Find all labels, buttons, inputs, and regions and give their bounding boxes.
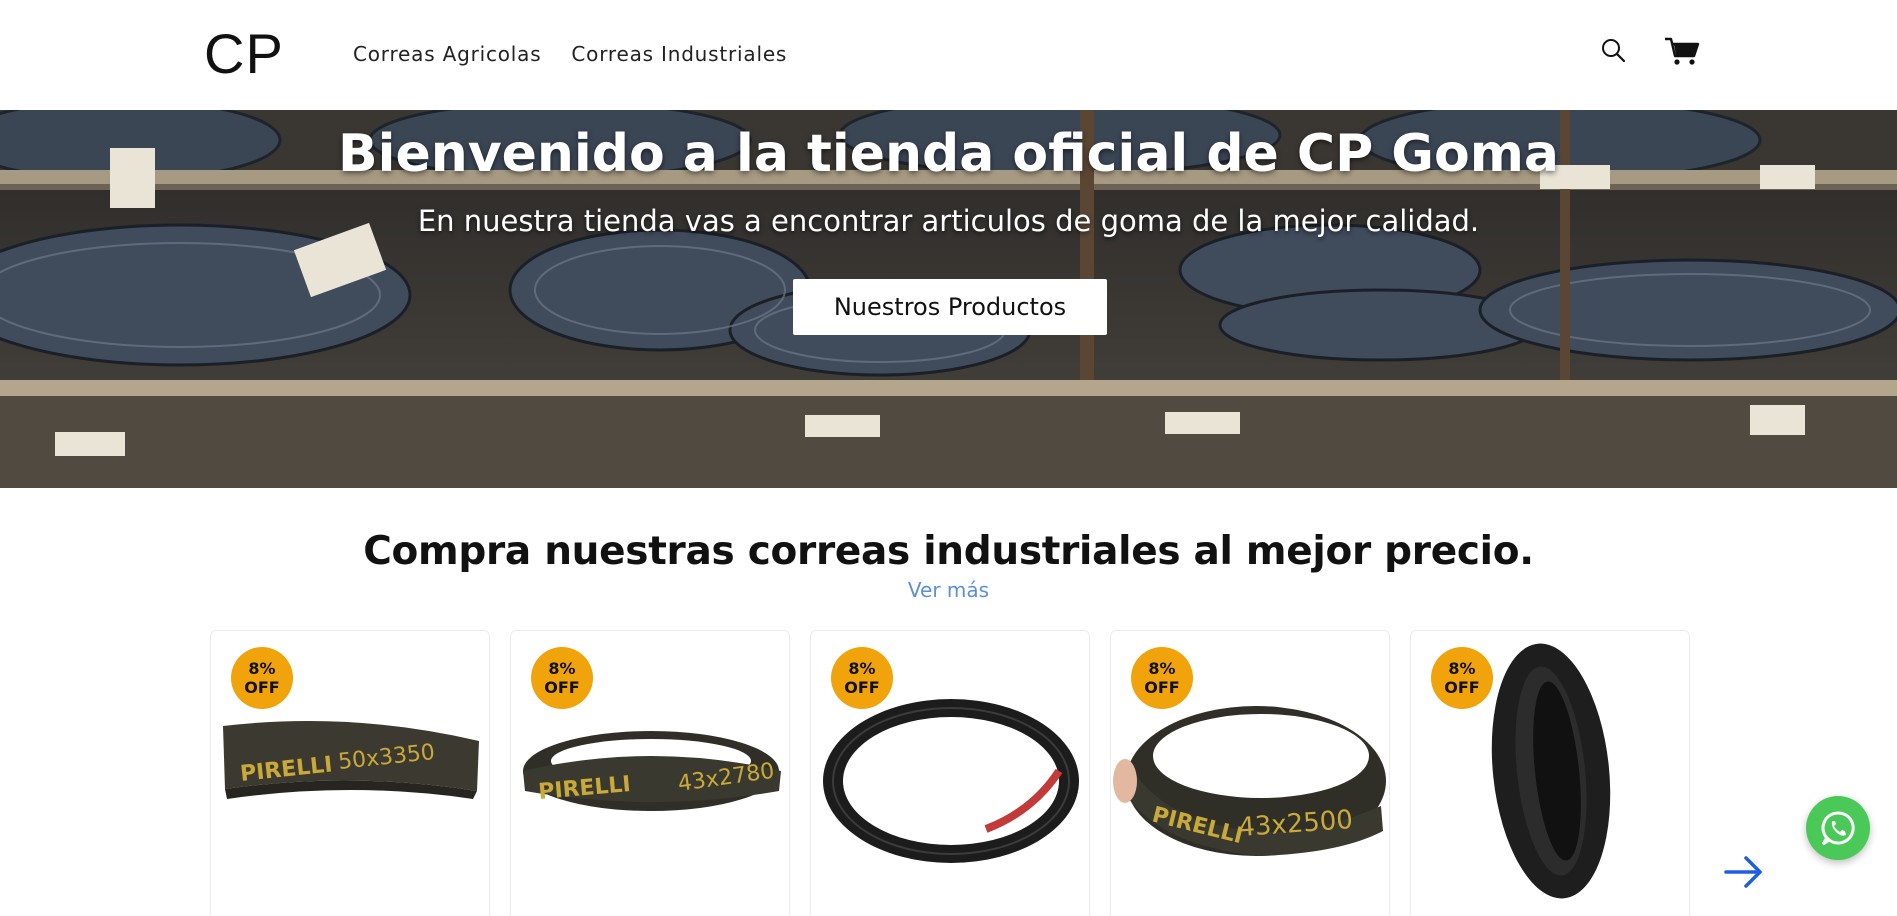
product-card[interactable]: PIRELLI 50x3350 8% OFF: [210, 630, 490, 916]
nav-link-correas-agricolas[interactable]: Correas Agricolas: [353, 40, 541, 68]
product-card[interactable]: PIRELLI 43x2780 8% OFF: [510, 630, 790, 916]
product-card[interactable]: 8% OFF: [1410, 630, 1690, 916]
discount-badge: 8% OFF: [231, 647, 293, 709]
section-title: Compra nuestras correas industriales al …: [363, 529, 1534, 574]
search-icon[interactable]: [1599, 36, 1629, 66]
discount-badge: 8% OFF: [531, 647, 593, 709]
product-card[interactable]: 8% OFF: [810, 630, 1090, 916]
nuestros-productos-button[interactable]: Nuestros Productos: [793, 279, 1107, 335]
hero-title: Bienvenido a la tienda oficial de CP Gom…: [338, 124, 1559, 184]
hero-banner: Bienvenido a la tienda oficial de CP Gom…: [0, 110, 1897, 488]
product-card[interactable]: PIRELLI 43x2500 8% OFF: [1110, 630, 1390, 916]
whatsapp-button[interactable]: [1806, 796, 1870, 860]
ver-mas-link[interactable]: Ver más: [0, 576, 1897, 604]
discount-badge: 8% OFF: [1431, 647, 1493, 709]
cart-icon[interactable]: [1664, 36, 1700, 66]
site-header: CP Correas Agricolas Correas Industriale…: [0, 0, 1897, 110]
carousel-next-arrow-icon[interactable]: [1722, 852, 1766, 892]
hero-subtitle: En nuestra tienda vas a encontrar articu…: [417, 204, 1480, 238]
discount-badge: 8% OFF: [831, 647, 893, 709]
nav-link-correas-industriales[interactable]: Correas Industriales: [571, 40, 787, 68]
discount-badge: 8% OFF: [1131, 647, 1193, 709]
whatsapp-icon: [1821, 811, 1855, 846]
site-logo[interactable]: CP: [204, 22, 284, 86]
main-nav: Correas Agricolas Correas Industriales: [353, 40, 787, 68]
